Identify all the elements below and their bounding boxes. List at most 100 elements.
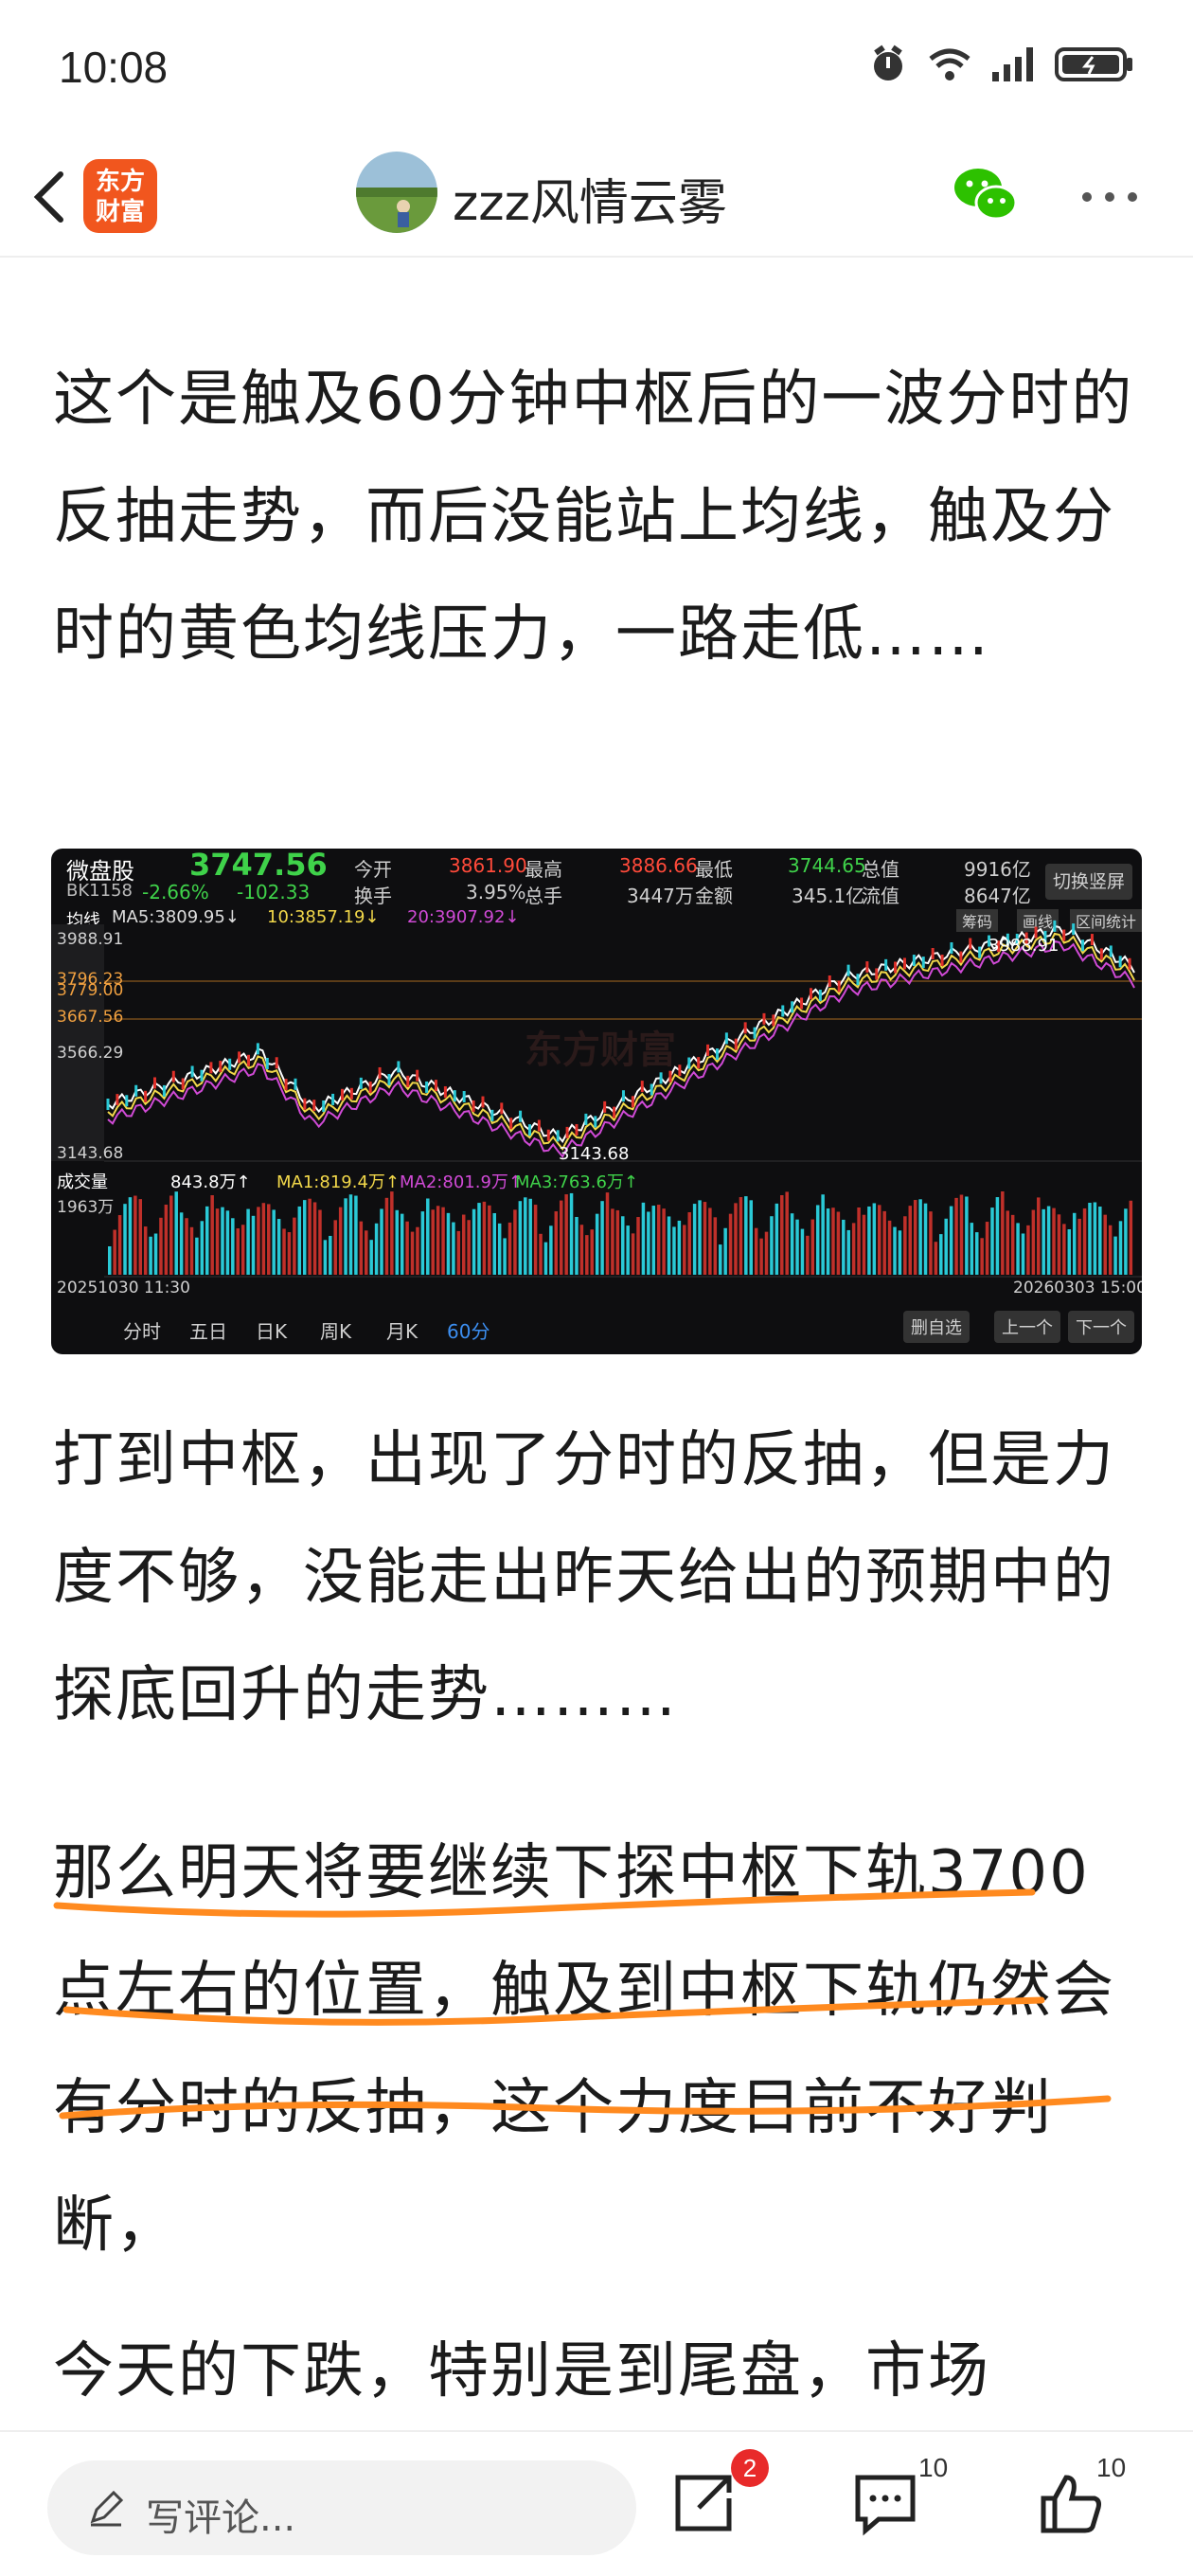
volume-bar: [1072, 1212, 1077, 1275]
volume-bar: [898, 1230, 902, 1275]
candle: [884, 958, 888, 971]
period-tab-weekly[interactable]: 周K: [320, 1316, 351, 1344]
candle: [490, 1109, 494, 1121]
wechat-share-icon[interactable]: [953, 165, 1019, 225]
volume-bar: [980, 1238, 984, 1275]
share-icon: [675, 2475, 732, 2531]
back-icon[interactable]: [23, 159, 80, 235]
volume-bar: [164, 1204, 169, 1275]
candle: [125, 1095, 129, 1107]
next-stock-button[interactable]: 下一个: [1068, 1311, 1134, 1343]
volume-bar: [554, 1211, 559, 1275]
volume-bar: [775, 1203, 779, 1275]
volume-bar: [575, 1216, 579, 1275]
candle: [940, 954, 944, 966]
volume-bar: [656, 1205, 661, 1275]
candle: [1128, 957, 1131, 970]
period-tab-intraday[interactable]: 分时: [123, 1316, 161, 1344]
candle: [265, 1057, 269, 1069]
volume-bar: [267, 1204, 271, 1275]
volume-bar: [1052, 1208, 1056, 1275]
candle: [950, 942, 953, 955]
volume-bar: [436, 1206, 440, 1275]
volume-bar: [636, 1217, 640, 1275]
author-name[interactable]: zzz风情云雾: [453, 163, 727, 234]
candle: [837, 980, 841, 993]
candle: [527, 1124, 531, 1136]
candle: [181, 1078, 185, 1090]
remove-watchlist-button[interactable]: 删自选: [903, 1311, 970, 1343]
candle: [434, 1080, 437, 1092]
candle: [613, 1106, 616, 1118]
volume-bar: [698, 1200, 702, 1275]
period-tab-daily[interactable]: 日K: [256, 1316, 287, 1344]
volume-bar: [416, 1226, 419, 1275]
y-label-1: 3988.91: [57, 930, 124, 949]
volume-bar: [795, 1219, 799, 1275]
prev-stock-button[interactable]: 上一个: [994, 1311, 1060, 1343]
candle: [500, 1102, 504, 1115]
candle: [425, 1081, 429, 1093]
volume-bar: [893, 1226, 897, 1275]
author-avatar[interactable]: [356, 152, 437, 233]
volume-bar: [374, 1223, 379, 1275]
avatar-image: [356, 152, 437, 233]
volume-bar: [559, 1200, 563, 1275]
volume-bar: [308, 1198, 312, 1275]
app-logo[interactable]: 东方 财富: [83, 159, 157, 233]
volume-bar: [595, 1213, 599, 1275]
candle: [706, 1044, 710, 1056]
volume-bar: [380, 1208, 383, 1275]
alarm-icon: [874, 45, 902, 80]
candle: [340, 1088, 344, 1100]
comment-placeholder: 写评论...: [146, 2496, 296, 2540]
comments-button[interactable]: 10: [852, 2453, 948, 2546]
period-tab-monthly[interactable]: 月K: [386, 1316, 418, 1344]
candle: [734, 1038, 738, 1050]
comment-input[interactable]: 写评论...: [47, 2460, 636, 2555]
volume-bar: [507, 1222, 512, 1275]
candle: [818, 990, 822, 1002]
volume-bar: [482, 1201, 487, 1275]
volume-bar: [395, 1209, 400, 1275]
volume-bar: [842, 1219, 846, 1275]
volume-bar: [272, 1209, 276, 1275]
trough-label: 3143.68: [559, 1144, 630, 1164]
period-tab-60min[interactable]: 60分: [447, 1316, 490, 1344]
volume-bar: [108, 1246, 112, 1275]
volume-bar: [231, 1218, 235, 1275]
vol-ma2: MA2:801.9万↑: [400, 1172, 523, 1192]
candle: [1081, 939, 1085, 952]
volume-bar: [461, 1214, 466, 1275]
period-tab-5day[interactable]: 五日: [189, 1316, 227, 1344]
volume-bar: [790, 1213, 794, 1275]
volume-bar: [990, 1208, 994, 1275]
candle: [219, 1061, 223, 1073]
volume-bar: [918, 1199, 922, 1275]
candle: [902, 957, 906, 970]
volume-bar: [723, 1227, 727, 1275]
share-button[interactable]: 2: [670, 2449, 769, 2546]
volume-bar: [138, 1199, 143, 1275]
volume-bar: [569, 1192, 574, 1275]
candle: [875, 968, 879, 980]
volume-bar: [974, 1232, 979, 1275]
candle: [116, 1094, 119, 1106]
more-icon[interactable]: [1079, 188, 1140, 206]
volume-bar: [913, 1200, 917, 1275]
candle: [1099, 948, 1103, 960]
volume-bar: [390, 1191, 394, 1275]
volume-bar: [149, 1236, 152, 1275]
article-paragraph-4: 今天的下跌，特别是到尾盘，市场: [53, 2336, 990, 2406]
candle: [349, 1087, 353, 1100]
volume-bar: [615, 1209, 620, 1275]
volume-bar: [903, 1216, 907, 1275]
volume-bar: [1129, 1200, 1133, 1275]
like-button[interactable]: 10: [1038, 2453, 1126, 2546]
volume-bar: [954, 1197, 958, 1275]
candle: [865, 961, 869, 974]
candle: [312, 1100, 316, 1112]
volume-bar: [1046, 1206, 1051, 1275]
stock-chart-image[interactable]: 微盘股 3747.56 BK1158 -2.66% -102.33 今开 386…: [51, 849, 1142, 1354]
volume-bar: [908, 1206, 913, 1275]
